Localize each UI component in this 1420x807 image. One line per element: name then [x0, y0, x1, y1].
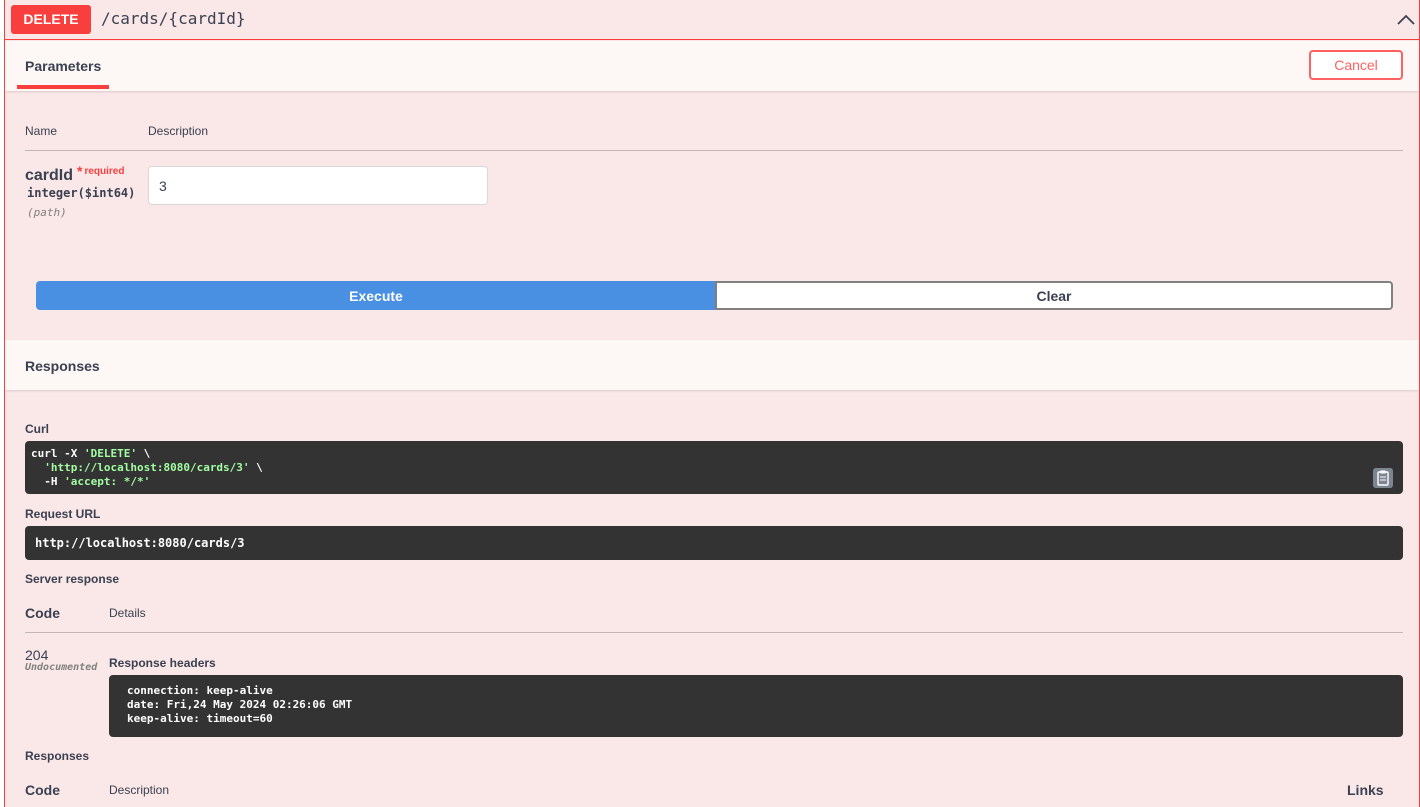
parameter-name-text: cardId — [25, 167, 74, 184]
server-response-label: Server response — [25, 572, 120, 586]
cancel-button[interactable]: Cancel — [1309, 50, 1403, 80]
chevron-up-icon[interactable] — [1395, 10, 1417, 30]
parameter-name: cardId * required — [25, 163, 124, 185]
opblock-summary[interactable]: DELETE /cards/{cardId} — [5, 0, 1419, 40]
responses-table-label: Responses — [25, 749, 90, 763]
response-header-line: connection: keep-alive — [127, 684, 273, 697]
parameters-header: Parameters Cancel — [5, 41, 1419, 91]
opblock-delete: DELETE /cards/{cardId} Parameters Cancel… — [4, 0, 1420, 807]
responses-column-description: Description — [109, 783, 170, 797]
column-header-details: Details — [109, 606, 146, 620]
request-url-block[interactable]: http://localhost:8080/cards/3 — [25, 526, 1403, 560]
column-header-description: Description — [148, 124, 209, 138]
response-status-code: 204 — [25, 647, 49, 663]
curl-code-block[interactable]: curl -X 'DELETE' \ 'http://localhost:808… — [25, 441, 1403, 494]
endpoint-path: /cards/{cardId} — [101, 9, 246, 28]
responses-column-links: Links — [1347, 782, 1384, 798]
cardid-input[interactable] — [148, 166, 488, 205]
required-label: required — [84, 166, 125, 177]
method-badge: DELETE — [11, 5, 91, 34]
curl-label: Curl — [25, 422, 49, 436]
parameter-location: (path) — [27, 206, 67, 219]
parameter-type: integer($int64) — [27, 186, 136, 200]
curl-line-3: -H 'accept: */*' — [31, 475, 151, 488]
server-response-divider — [25, 632, 1403, 633]
execute-button[interactable]: Execute — [36, 281, 716, 310]
column-header-name: Name — [25, 124, 58, 138]
column-header-code: Code — [25, 605, 60, 621]
request-url-label: Request URL — [25, 507, 101, 521]
response-headers-label: Response headers — [109, 656, 216, 670]
undocumented-label: Undocumented — [25, 662, 98, 673]
curl-line-1: curl -X 'DELETE' \ — [31, 447, 151, 460]
required-star: * — [77, 163, 83, 179]
responses-title: Responses — [25, 358, 100, 374]
curl-line-2: 'http://localhost:8080/cards/3' \ — [44, 461, 263, 474]
response-header-line: date: Fri,24 May 2024 02:26:06 GMT — [127, 698, 353, 711]
response-headers-block[interactable]: connection: keep-alive date: Fri,24 May … — [109, 675, 1403, 737]
clipboard-icon[interactable] — [1373, 468, 1393, 488]
responses-column-code: Code — [25, 782, 60, 798]
params-divider — [25, 150, 1403, 151]
clear-button[interactable]: Clear — [715, 281, 1393, 310]
tab-parameters[interactable]: Parameters — [17, 41, 110, 89]
responses-header: Responses — [5, 340, 1419, 390]
response-header-line: keep-alive: timeout=60 — [127, 712, 273, 725]
